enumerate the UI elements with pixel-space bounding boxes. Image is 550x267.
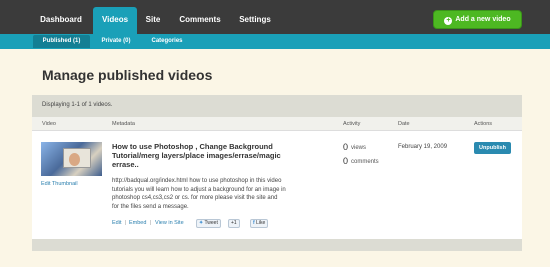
add-new-video-button[interactable]: + Add a new video: [433, 10, 522, 29]
tab-site[interactable]: Site: [138, 7, 168, 34]
views-label: views: [351, 145, 367, 151]
subtab-private[interactable]: Private (0): [95, 35, 137, 48]
plus-circle-icon: +: [444, 17, 453, 25]
facebook-like-button[interactable]: f Like: [250, 219, 269, 228]
facebook-icon: f: [253, 220, 255, 226]
table-header: Video Metadata Activity Date Actions: [32, 117, 522, 131]
page-title: Manage published videos: [42, 67, 213, 83]
plus-one-button[interactable]: +1: [228, 219, 240, 228]
edit-link[interactable]: Edit: [112, 220, 121, 226]
results-summary: Displaying 1-1 of 1 videos.: [42, 102, 113, 108]
video-thumbnail[interactable]: [41, 142, 102, 176]
video-date: February 19, 2009: [398, 144, 448, 150]
view-in-site-link[interactable]: View in Site: [155, 220, 184, 226]
column-metadata: Metadata: [112, 121, 135, 127]
tab-settings[interactable]: Settings: [233, 7, 277, 34]
panel-footer: [32, 239, 522, 251]
comments-count: 0: [343, 156, 349, 166]
add-new-video-label: Add a new video: [455, 16, 511, 23]
column-video: Video: [42, 121, 56, 127]
tab-videos[interactable]: Videos: [93, 7, 137, 34]
video-title[interactable]: How to use Photoshop , Change Background…: [112, 142, 322, 169]
embed-link[interactable]: Embed: [129, 220, 146, 226]
subtab-categories[interactable]: Categories: [145, 35, 189, 48]
comments-label: comments: [351, 159, 379, 165]
video-description: http://badqual.org/index.html how to use…: [112, 178, 286, 210]
column-activity: Activity: [343, 121, 361, 127]
tab-comments[interactable]: Comments: [172, 7, 228, 34]
sub-nav-bar: Published (1) Private (0) Categories: [0, 34, 550, 49]
column-date: Date: [398, 121, 410, 127]
edit-thumbnail-link[interactable]: Edit Thumbnail: [41, 181, 78, 187]
subtab-published[interactable]: Published (1): [33, 35, 90, 48]
videos-panel: Displaying 1-1 of 1 videos. Video Metada…: [32, 95, 522, 251]
tweet-button[interactable]: ✦ Tweet: [196, 219, 221, 228]
tab-dashboard[interactable]: Dashboard: [30, 7, 92, 34]
top-nav-bar: Dashboard Videos Site Comments Settings …: [0, 0, 550, 34]
twitter-bird-icon: ✦: [199, 220, 204, 226]
unpublish-button[interactable]: Unpublish: [474, 142, 511, 154]
column-actions: Actions: [474, 121, 493, 127]
panel-header: Displaying 1-1 of 1 videos.: [32, 95, 522, 117]
views-count: 0: [343, 142, 349, 152]
